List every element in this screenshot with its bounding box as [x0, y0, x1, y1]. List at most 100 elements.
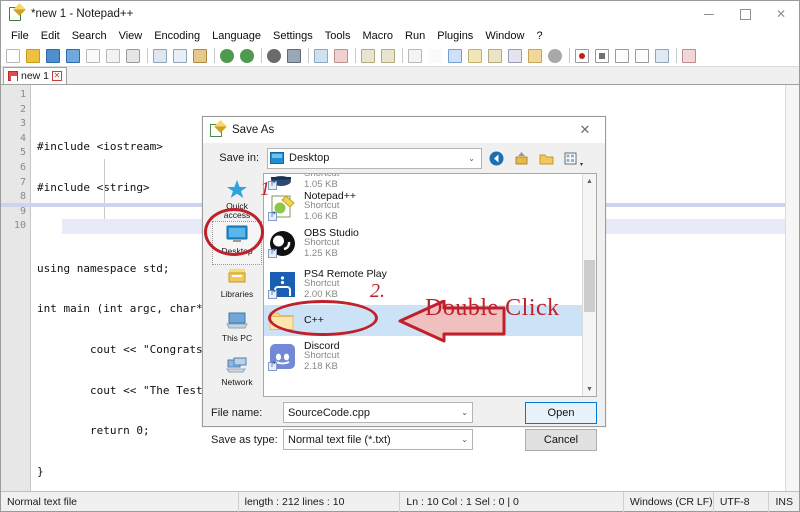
chevron-down-icon[interactable]: ⌄	[468, 154, 479, 163]
menu-help[interactable]: ?	[530, 27, 548, 45]
ui-user-defined-dialog-icon[interactable]	[466, 47, 485, 65]
macro-record-icon[interactable]	[573, 47, 592, 65]
zoom-in-icon[interactable]	[312, 47, 331, 65]
undo-icon[interactable]	[218, 47, 237, 65]
maximize-button[interactable]	[727, 1, 763, 27]
list-item-cpp-folder[interactable]: C++	[264, 305, 596, 336]
indent-guide-icon[interactable]	[446, 47, 465, 65]
open-button[interactable]: Open	[525, 401, 597, 424]
shortcut-overlay-icon	[268, 210, 277, 221]
places-sidebar: Quick access Desktop Libraries This PC N…	[211, 173, 263, 397]
menu-bar: File Edit Search View Encoding Language …	[1, 27, 799, 45]
save-in-combobox[interactable]: Desktop ⌄	[267, 147, 482, 169]
place-quick-access[interactable]: Quick access	[212, 177, 262, 221]
tab-close-icon[interactable]: ✕	[52, 71, 63, 81]
macro-save-icon[interactable]	[653, 47, 672, 65]
views-caret-icon[interactable]: ▾	[580, 161, 583, 168]
place-desktop[interactable]: Desktop	[212, 221, 262, 265]
save-as-type-label: Save as type:	[211, 433, 278, 446]
folder-as-workspace-icon[interactable]	[526, 47, 545, 65]
doc-map-icon[interactable]	[486, 47, 505, 65]
list-item-meta: Notepad++ Shortcut 1.06 KB	[304, 191, 356, 223]
menu-search[interactable]: Search	[66, 27, 113, 45]
find-icon[interactable]	[265, 47, 284, 65]
list-item[interactable]: PS4 Remote Play Shortcut 2.00 KB	[264, 264, 596, 305]
file-list[interactable]: Shortcut 1.05 KB Notepad++ Shortcut 1.06…	[263, 173, 597, 397]
folder-icon	[268, 309, 297, 333]
list-item[interactable]: Discord Shortcut 2.18 KB	[264, 336, 596, 377]
sync-vertical-icon[interactable]	[359, 47, 378, 65]
menu-window[interactable]: Window	[479, 27, 530, 45]
menu-settings[interactable]: Settings	[267, 27, 319, 45]
file-size: 1.25 KB	[304, 247, 338, 259]
menu-plugins[interactable]: Plugins	[431, 27, 479, 45]
place-this-pc[interactable]: This PC	[212, 309, 262, 353]
run-icon[interactable]	[680, 47, 699, 65]
open-file-icon[interactable]	[24, 47, 43, 65]
monitoring-icon[interactable]	[546, 47, 565, 65]
menu-encoding[interactable]: Encoding	[148, 27, 206, 45]
file-list-scrollbar[interactable]: ▲ ▼	[582, 174, 596, 396]
line-number: 4	[19, 132, 26, 144]
cancel-button[interactable]: Cancel	[525, 428, 597, 451]
back-icon[interactable]	[485, 147, 507, 169]
macro-play-icon[interactable]	[613, 47, 632, 65]
dialog-close-icon[interactable]: ✕	[565, 117, 605, 143]
paste-icon[interactable]	[191, 47, 210, 65]
file-name-label: File name:	[211, 406, 263, 419]
macro-stop-icon[interactable]	[593, 47, 612, 65]
file-name-input[interactable]: SourceCode.cpp ⌄	[283, 402, 473, 423]
list-item[interactable]: OBS Studio Shortcut 1.25 KB	[264, 223, 596, 264]
list-item[interactable]: Shortcut 1.05 KB	[264, 174, 596, 190]
scrollbar-thumb[interactable]	[584, 260, 595, 312]
status-length-lines: length : 212 lines : 10	[239, 491, 401, 512]
dialog-title-bar: Save As ✕	[203, 117, 605, 143]
chevron-down-icon[interactable]: ⌄	[461, 408, 468, 417]
editor-vertical-scrollbar[interactable]	[785, 85, 799, 491]
show-all-chars-icon[interactable]	[426, 47, 445, 65]
save-icon[interactable]	[44, 47, 63, 65]
replace-icon[interactable]	[285, 47, 304, 65]
save-as-type-select[interactable]: Normal text file (*.txt) ⌄	[283, 429, 473, 450]
menu-tools[interactable]: Tools	[319, 27, 357, 45]
place-network[interactable]: Network	[212, 353, 262, 397]
print-icon[interactable]	[124, 47, 143, 65]
save-as-type-row: Save as type: Normal text file (*.txt) ⌄…	[211, 428, 597, 451]
cut-icon[interactable]	[151, 47, 170, 65]
new-file-icon[interactable]	[4, 47, 23, 65]
scroll-down-icon[interactable]: ▼	[583, 382, 596, 396]
sync-horizontal-icon[interactable]	[379, 47, 398, 65]
status-caret-position: Ln : 10 Col : 1 Sel : 0 | 0	[400, 491, 624, 512]
close-all-icon[interactable]	[104, 47, 123, 65]
menu-edit[interactable]: Edit	[35, 27, 66, 45]
redo-icon[interactable]	[238, 47, 257, 65]
dialog-footer: File name: SourceCode.cpp ⌄ Open Save as…	[203, 397, 605, 463]
up-one-level-icon[interactable]	[510, 147, 532, 169]
close-file-icon[interactable]	[84, 47, 103, 65]
place-libraries[interactable]: Libraries	[212, 265, 262, 309]
list-item[interactable]: Notepad++ Shortcut 1.06 KB	[264, 190, 596, 223]
menu-language[interactable]: Language	[206, 27, 267, 45]
tab-new-1[interactable]: new 1 ✕	[3, 67, 68, 84]
macro-playback-multiple-icon[interactable]	[633, 47, 652, 65]
minimize-button[interactable]	[691, 1, 727, 27]
file-name: C++	[304, 314, 324, 327]
save-all-icon[interactable]	[64, 47, 83, 65]
function-list-icon[interactable]	[506, 47, 525, 65]
tab-bar: new 1 ✕	[1, 67, 799, 85]
file-name-value: SourceCode.cpp	[288, 406, 370, 419]
chevron-down-icon[interactable]: ⌄	[461, 435, 468, 444]
new-folder-icon[interactable]	[535, 147, 557, 169]
menu-macro[interactable]: Macro	[356, 27, 399, 45]
views-icon[interactable]: ▾	[560, 147, 583, 169]
word-wrap-icon[interactable]	[406, 47, 425, 65]
copy-icon[interactable]	[171, 47, 190, 65]
menu-view[interactable]: View	[113, 27, 149, 45]
zoom-out-icon[interactable]	[332, 47, 351, 65]
menu-file[interactable]: File	[5, 27, 35, 45]
scroll-up-icon[interactable]: ▲	[583, 174, 596, 188]
close-button[interactable]: ✕	[763, 1, 799, 27]
menu-run[interactable]: Run	[399, 27, 431, 45]
line-number: 5	[19, 147, 26, 159]
place-label: Network	[221, 377, 253, 387]
